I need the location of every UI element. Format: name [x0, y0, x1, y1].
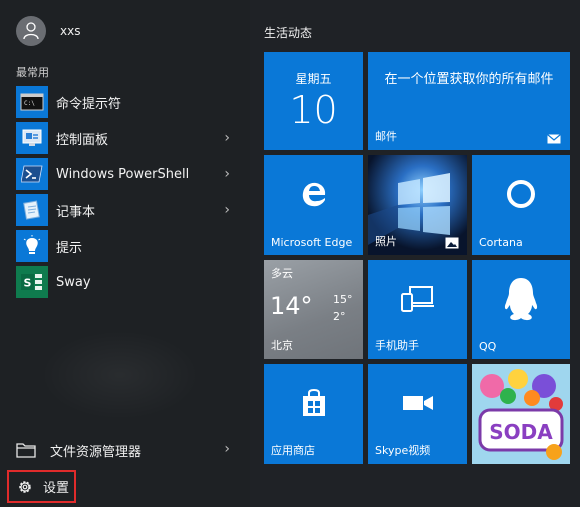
sway-icon: S	[16, 266, 48, 298]
chevron-right-icon[interactable]: ›	[224, 202, 230, 218]
edge-label: Microsoft Edge	[271, 236, 353, 249]
chevron-right-icon[interactable]: ›	[224, 130, 230, 146]
gear-icon	[19, 480, 31, 493]
store-label: 应用商店	[271, 444, 315, 457]
candy-text: SODA	[489, 420, 553, 444]
user-name: xxs	[60, 24, 81, 38]
cortana-label: Cortana	[479, 236, 523, 249]
file-explorer-label: 文件资源管理器	[50, 444, 142, 460]
app-label: 控制面板	[56, 132, 109, 148]
app-label: 记事本	[56, 204, 96, 220]
settings-button[interactable]: 设置	[7, 470, 76, 503]
phone-companion-tile[interactable]: 手机助手	[368, 260, 467, 359]
settings-label: 设置	[43, 481, 70, 496]
weather-temp: 14°	[270, 292, 313, 320]
weather-low: 2°	[333, 310, 346, 323]
photos-label: 照片	[375, 235, 397, 248]
background-blur	[40, 330, 200, 420]
most-used-list: C:\ 命令提示符 控制面板 › Windows PowerShell › 记事…	[16, 84, 246, 300]
weather-condition: 多云	[271, 267, 293, 280]
app-item-cmd[interactable]: C:\ 命令提示符	[16, 84, 246, 120]
app-item-notepad[interactable]: 记事本 ›	[16, 192, 246, 228]
cortana-icon	[472, 155, 570, 233]
candy-crush-soda-tile[interactable]: SODA	[472, 364, 570, 464]
svg-text:S: S	[24, 277, 32, 290]
edge-tile[interactable]: Microsoft Edge	[264, 155, 363, 255]
avatar	[16, 16, 46, 46]
tiles-group-title: 生活动态	[264, 26, 313, 40]
photos-tile[interactable]: 照片	[368, 155, 467, 255]
store-tile[interactable]: 应用商店	[264, 364, 363, 464]
skype-video-tile[interactable]: Skype视频	[368, 364, 467, 464]
phone-companion-label: 手机助手	[375, 339, 419, 352]
skype-video-label: Skype视频	[375, 444, 431, 457]
app-label: 命令提示符	[56, 96, 122, 112]
chevron-right-icon[interactable]: ›	[224, 166, 230, 182]
chevron-right-icon[interactable]: ›	[224, 441, 230, 457]
weather-tile[interactable]: 多云 14° 15° 2° 北京	[264, 260, 363, 359]
app-item-tips[interactable]: 提示	[16, 228, 246, 264]
phone-laptop-icon	[368, 260, 467, 337]
user-icon	[23, 22, 39, 40]
mail-text: 在一个位置获取你的所有邮件	[384, 72, 554, 87]
calendar-weekday: 星期五	[295, 72, 332, 86]
video-camera-icon	[368, 364, 467, 442]
app-item-powershell[interactable]: Windows PowerShell ›	[16, 156, 246, 192]
user-account[interactable]: xxs	[16, 15, 80, 47]
cortana-tile[interactable]: Cortana	[472, 155, 570, 255]
store-bag-icon	[264, 364, 363, 442]
mail-label: 邮件	[375, 130, 397, 143]
control-panel-icon	[16, 122, 48, 154]
picture-icon	[445, 237, 459, 249]
app-label: Sway	[56, 274, 91, 290]
calendar-tile[interactable]: 星期五 10	[264, 52, 363, 150]
app-item-sway[interactable]: S Sway	[16, 264, 246, 300]
app-item-control-panel[interactable]: 控制面板 ›	[16, 120, 246, 156]
powershell-icon	[16, 158, 48, 190]
mail-icon	[547, 134, 561, 144]
qq-label: QQ	[479, 340, 497, 353]
candy-crush-logo-image: SODA	[472, 364, 570, 464]
app-label: Windows PowerShell	[56, 166, 190, 182]
edge-icon	[264, 155, 363, 233]
weather-high: 15°	[333, 293, 353, 306]
calendar-day: 10	[289, 88, 338, 132]
mail-tile[interactable]: 在一个位置获取你的所有邮件 邮件	[368, 52, 570, 150]
weather-city: 北京	[271, 339, 293, 352]
start-menu-left-pane: xxs 最常用 C:\ 命令提示符 控制面板 › Windows PowerSh…	[0, 0, 250, 507]
notepad-icon	[16, 194, 48, 226]
qq-tile[interactable]: QQ	[472, 260, 570, 359]
tips-icon	[16, 230, 48, 262]
folder-icon	[16, 443, 36, 458]
qq-penguin-icon	[472, 260, 570, 337]
cmd-icon: C:\	[16, 86, 48, 118]
svg-text:C:\: C:\	[24, 100, 35, 107]
most-used-label: 最常用	[16, 66, 49, 79]
file-explorer-item[interactable]: 文件资源管理器 ›	[16, 435, 246, 465]
app-label: 提示	[56, 240, 83, 256]
